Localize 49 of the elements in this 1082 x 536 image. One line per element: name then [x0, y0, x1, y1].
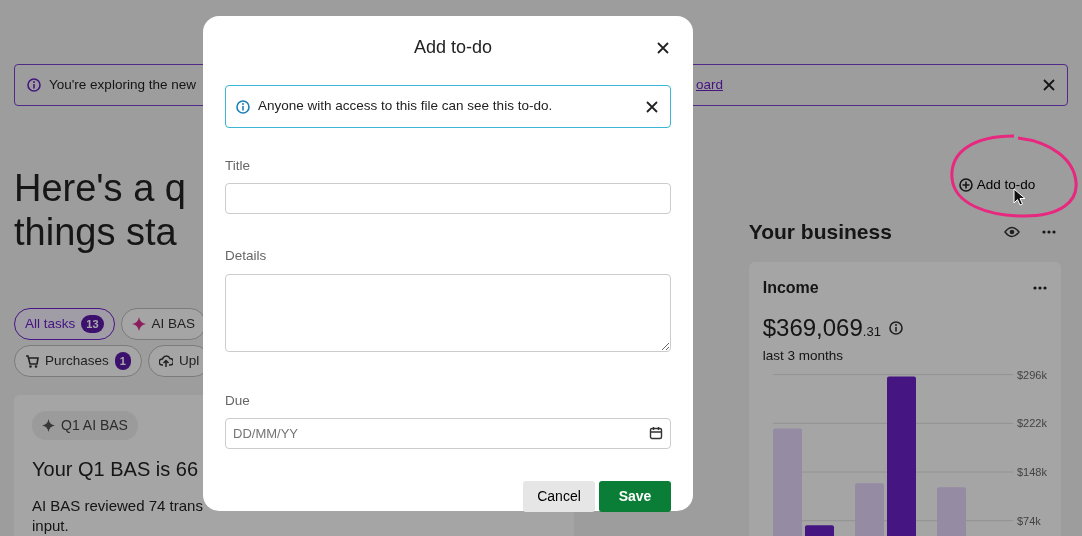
field-label: Due	[225, 391, 251, 410]
amount-value: $369,069.31	[762, 312, 881, 343]
axis-label: $222k	[1016, 417, 1047, 430]
save-button[interactable]: Save	[599, 480, 671, 512]
bar	[854, 482, 884, 536]
count-badge: 1	[114, 351, 131, 371]
banner-text: You're exploring the new	[49, 75, 196, 94]
bar	[936, 486, 966, 536]
cancel-button[interactable]: Cancel	[523, 480, 595, 512]
page-heading: things sta	[14, 210, 177, 254]
card-text: input.	[32, 516, 69, 536]
cursor-icon	[1013, 188, 1025, 206]
bar	[804, 525, 834, 536]
more-icon[interactable]	[1032, 285, 1047, 290]
info-icon	[888, 320, 903, 335]
filter-chip[interactable]: Purchases 1	[14, 345, 142, 377]
sparkle-icon	[131, 317, 146, 331]
page-heading: Here's a q	[14, 166, 186, 210]
card-title: Income	[762, 277, 819, 298]
date-field[interactable]: DD/MM/YY	[225, 417, 671, 449]
field-label: Title	[225, 157, 251, 175]
notice-text: Anyone with access to this file can see this to-do.	[258, 97, 554, 116]
card-title: Your Q1 BAS is 66	[32, 457, 199, 482]
eye-icon[interactable]	[1004, 225, 1020, 238]
banner-link[interactable]: oard	[695, 74, 723, 96]
close-icon[interactable]	[657, 41, 669, 54]
tag-text: Q1 AI BAS	[61, 416, 128, 435]
cloud-upload-icon	[158, 354, 173, 368]
info-icon	[236, 99, 250, 114]
close-icon[interactable]	[1043, 79, 1055, 91]
info-icon	[27, 78, 41, 92]
field-label: Details	[225, 247, 268, 266]
section-title: Your business	[748, 219, 893, 245]
sparkle-icon	[42, 419, 55, 432]
plus-circle-icon	[958, 178, 973, 192]
filter-chip[interactable]: All tasks 13	[14, 308, 115, 340]
calendar-icon[interactable]	[649, 425, 663, 440]
axis-label: $296k	[1016, 368, 1047, 381]
axis-label: $148k	[1016, 465, 1047, 478]
modal-title: Add to-do	[412, 36, 494, 59]
more-icon[interactable]	[1042, 229, 1056, 234]
axis-label: $74k	[1016, 514, 1041, 527]
cart-icon	[25, 354, 39, 368]
period-text: last 3 months	[762, 346, 844, 365]
text-field[interactable]	[225, 183, 671, 215]
card-text: AI BAS reviewed 74 trans	[32, 496, 203, 516]
count-badge: 13	[81, 314, 104, 334]
close-icon[interactable]	[646, 100, 658, 113]
add-todo-button[interactable]: Add to-do	[958, 172, 1036, 198]
